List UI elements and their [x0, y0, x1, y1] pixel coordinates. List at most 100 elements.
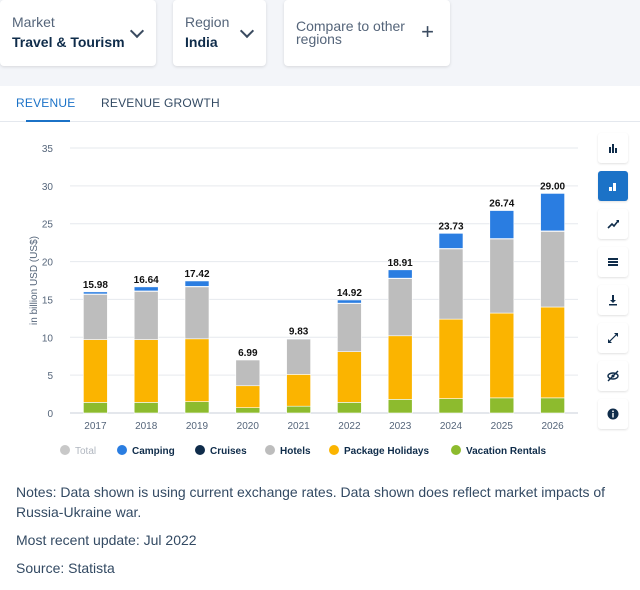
hide-icon — [607, 370, 619, 382]
total-data-label: 23.73 — [438, 221, 463, 232]
bar-segment — [489, 397, 515, 414]
update-text: Most recent update: Jul 2022 — [16, 532, 197, 548]
bar-segment — [133, 339, 159, 403]
stacked-bar-icon — [609, 183, 616, 191]
y-tick-label: 25 — [42, 220, 54, 231]
x-tick-label: 2024 — [440, 421, 463, 432]
info-button[interactable] — [598, 399, 628, 429]
total-data-label: 15.98 — [83, 280, 108, 291]
hide-button[interactable] — [598, 361, 628, 391]
bar-segment — [286, 374, 311, 407]
legend-marker — [117, 445, 127, 455]
notes-text: Notes: Data shown is using current excha… — [16, 484, 606, 520]
total-data-label: 6.99 — [238, 348, 258, 359]
bar-segment — [438, 233, 464, 249]
bar-segment — [83, 293, 108, 340]
bar-segment — [387, 269, 413, 279]
bar-segment — [337, 299, 362, 304]
bar-segment — [337, 302, 362, 352]
x-tick-label: 2018 — [135, 421, 158, 432]
y-tick-label: 30 — [42, 182, 54, 193]
bar-segment — [438, 248, 464, 320]
legend-marker — [195, 445, 205, 455]
bar-segment — [286, 338, 311, 340]
bar-segment — [489, 312, 515, 399]
download-button[interactable] — [598, 285, 628, 315]
legend-marker — [329, 445, 339, 455]
source-text: Source: Statista — [16, 560, 115, 576]
bar-segment — [235, 407, 261, 414]
legend-marker — [451, 445, 461, 455]
bar-segment — [184, 286, 210, 340]
total-data-label: 26.74 — [489, 199, 514, 210]
chart-toolbar — [598, 133, 628, 437]
bar-segment — [489, 238, 515, 314]
x-tick-label: 2023 — [389, 421, 412, 432]
bar-segment — [489, 210, 515, 239]
bar-segment — [133, 290, 159, 340]
x-tick-label: 2021 — [287, 421, 310, 432]
bar-segment — [387, 335, 413, 400]
bar-segment — [337, 402, 362, 414]
bar-segment — [184, 338, 210, 402]
total-data-label: 16.64 — [134, 275, 159, 286]
bar-segment — [438, 318, 464, 399]
total-data-label: 18.91 — [388, 258, 413, 269]
bar-segment — [235, 359, 261, 387]
chart-notes: Notes: Data shown is using current excha… — [16, 482, 616, 586]
legend-label: Total — [75, 446, 96, 457]
y-tick-label: 20 — [42, 258, 54, 269]
y-axis-label: in billion USD (US$) — [29, 236, 40, 325]
legend-label: Hotels — [280, 446, 311, 457]
trend-line-icon — [607, 220, 619, 229]
bar-segment — [387, 399, 413, 414]
bar-segment — [184, 280, 210, 287]
total-data-label: 29.00 — [540, 181, 565, 192]
table-button[interactable] — [598, 247, 628, 277]
x-tick-label: 2019 — [186, 421, 209, 432]
table-icon — [608, 258, 618, 266]
bar-segment — [133, 402, 159, 414]
bar-segment — [83, 339, 108, 403]
expand-icon — [608, 333, 618, 343]
bar-segment — [540, 230, 565, 308]
legend-label: Cruises — [210, 446, 247, 457]
y-tick-label: 15 — [42, 295, 54, 306]
legend-label: Vacation Rentals — [466, 446, 546, 457]
total-data-label: 17.42 — [184, 269, 209, 280]
info-icon — [607, 408, 619, 420]
bar-segment — [286, 405, 311, 414]
bar-segment — [387, 277, 413, 337]
bar-segment — [540, 397, 565, 414]
bar-segment — [133, 286, 159, 292]
bar-chart-button[interactable] — [598, 133, 628, 163]
bar-segment — [235, 385, 261, 409]
download-icon — [609, 295, 617, 306]
total-data-label: 14.92 — [337, 288, 362, 299]
legend-label: Camping — [132, 446, 175, 457]
bar-chart-icon — [609, 144, 617, 153]
bar-segment — [286, 338, 311, 375]
expand-button[interactable] — [598, 323, 628, 353]
x-tick-label: 2025 — [491, 421, 514, 432]
y-tick-label: 5 — [47, 371, 53, 382]
y-tick-label: 0 — [47, 409, 53, 420]
bar-segment — [337, 351, 362, 403]
legend-label: Package Holidays — [344, 446, 429, 457]
bar-segment — [540, 193, 565, 232]
legend-marker — [265, 445, 275, 455]
x-tick-label: 2026 — [541, 421, 564, 432]
bar-segment — [438, 398, 464, 414]
trend-line-button[interactable] — [598, 209, 628, 239]
bar-segment — [184, 401, 210, 414]
stacked-bar-button[interactable] — [598, 171, 628, 201]
x-tick-label: 2017 — [84, 421, 107, 432]
legend-marker — [60, 445, 70, 455]
y-tick-label: 10 — [42, 333, 54, 344]
bar-segment — [540, 306, 565, 399]
total-data-label: 9.83 — [289, 327, 309, 338]
x-tick-label: 2020 — [237, 421, 260, 432]
x-tick-label: 2022 — [338, 421, 361, 432]
y-tick-label: 35 — [42, 144, 54, 155]
bar-segment — [83, 291, 108, 295]
